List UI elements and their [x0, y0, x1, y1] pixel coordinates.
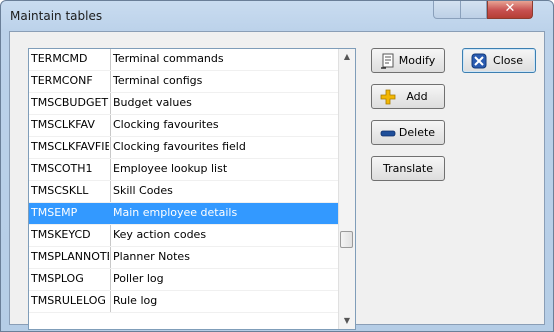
window-title: Maintain tables [10, 9, 103, 23]
delete-button[interactable]: Delete [371, 120, 445, 145]
table-row[interactable]: TMSCSKLL Skill Codes [29, 181, 339, 203]
table-description-cell: Terminal commands [110, 49, 224, 70]
table-description-cell: Employee lookup list [110, 159, 227, 180]
table-row[interactable]: TMSPLOG Poller log [29, 269, 339, 291]
table-code-cell: TMSKEYCD [31, 228, 91, 241]
table-row[interactable]: TMSCLKFAV Clocking favourites [29, 115, 339, 137]
maximize-button[interactable] [460, 1, 487, 19]
translate-button-label: Translate [383, 162, 433, 175]
scrollbar-thumb[interactable] [340, 231, 353, 248]
close-x-icon: ✕ [504, 1, 516, 16]
table-description-cell: Planner Notes [110, 247, 190, 268]
table-row[interactable]: TMSPLANNOTE Planner Notes [29, 247, 339, 269]
table-row[interactable]: TMSKEYCD Key action codes [29, 225, 339, 247]
table-description-cell: Key action codes [110, 225, 206, 246]
table-code-cell: TMSCOTH1 [31, 162, 93, 175]
table-code-cell: TMSRULELOG [31, 294, 106, 307]
modify-button-label: Modify [398, 54, 436, 67]
table-description-cell: Skill Codes [110, 181, 173, 202]
window-close-button[interactable]: ✕ [487, 1, 533, 19]
table-row[interactable]: TERMCMD Terminal commands [29, 49, 339, 71]
table-row[interactable]: TMSRULELOG Rule log [29, 291, 339, 313]
delete-button-label: Delete [398, 126, 436, 139]
dialog-client-area: TERMCMD Terminal commands TERMCONF Terminal… [9, 31, 545, 330]
table-code-cell: TMSPLANNOTE [31, 250, 109, 263]
scroll-down-arrow-icon[interactable]: ▼ [339, 313, 355, 329]
table-description-cell: Clocking favourites field [110, 137, 246, 158]
close-button[interactable]: Close [462, 48, 536, 73]
vertical-scrollbar[interactable]: ▲ ▼ [338, 49, 355, 329]
table-code-cell: TMSCLKFAV [31, 118, 95, 131]
table-code-cell: TMSEMP [31, 206, 78, 219]
scroll-up-arrow-icon[interactable]: ▲ [339, 49, 355, 65]
table-code-cell: TMSCSKLL [31, 184, 89, 197]
minimize-button[interactable] [433, 1, 461, 19]
table-description-cell: Budget values [110, 93, 192, 114]
table-code-cell: TERMCONF [31, 74, 93, 87]
table-row[interactable]: TERMCONF Terminal configs [29, 71, 339, 93]
table-description-cell: Clocking favourites [110, 115, 219, 136]
table-code-cell: TMSCLKFAVFIELD [31, 140, 109, 153]
translate-button[interactable]: Translate [371, 156, 445, 181]
table-code-cell: TERMCMD [31, 52, 88, 65]
table-row[interactable]: TMSCLKFAVFIELDClocking favourites field [29, 137, 339, 159]
table-row[interactable]: TMSCBUDGET Budget values [29, 93, 339, 115]
maintain-tables-window: Maintain tables ✕ TERMCMD Terminal comman… [0, 0, 554, 332]
add-button[interactable]: Add [371, 84, 445, 109]
add-button-label: Add [406, 90, 428, 103]
table-row[interactable]: TMSCOTH1 Employee lookup list [29, 159, 339, 181]
table-description-cell: Main employee details [110, 203, 237, 224]
close-button-label: Close [493, 54, 523, 67]
modify-button[interactable]: Modify [371, 48, 445, 73]
table-code-cell: TMSPLOG [31, 272, 84, 285]
table-description-cell: Rule log [110, 291, 157, 312]
tables-list[interactable]: TERMCMD Terminal commands TERMCONF Terminal… [28, 48, 356, 330]
tables-list-rows: TERMCMD Terminal commands TERMCONF Terminal… [29, 49, 339, 313]
table-description-cell: Terminal configs [110, 71, 202, 92]
table-code-cell: TMSCBUDGET [31, 96, 109, 109]
table-row[interactable]: TMSEMP Main employee details [29, 203, 339, 225]
table-description-cell: Poller log [110, 269, 164, 290]
